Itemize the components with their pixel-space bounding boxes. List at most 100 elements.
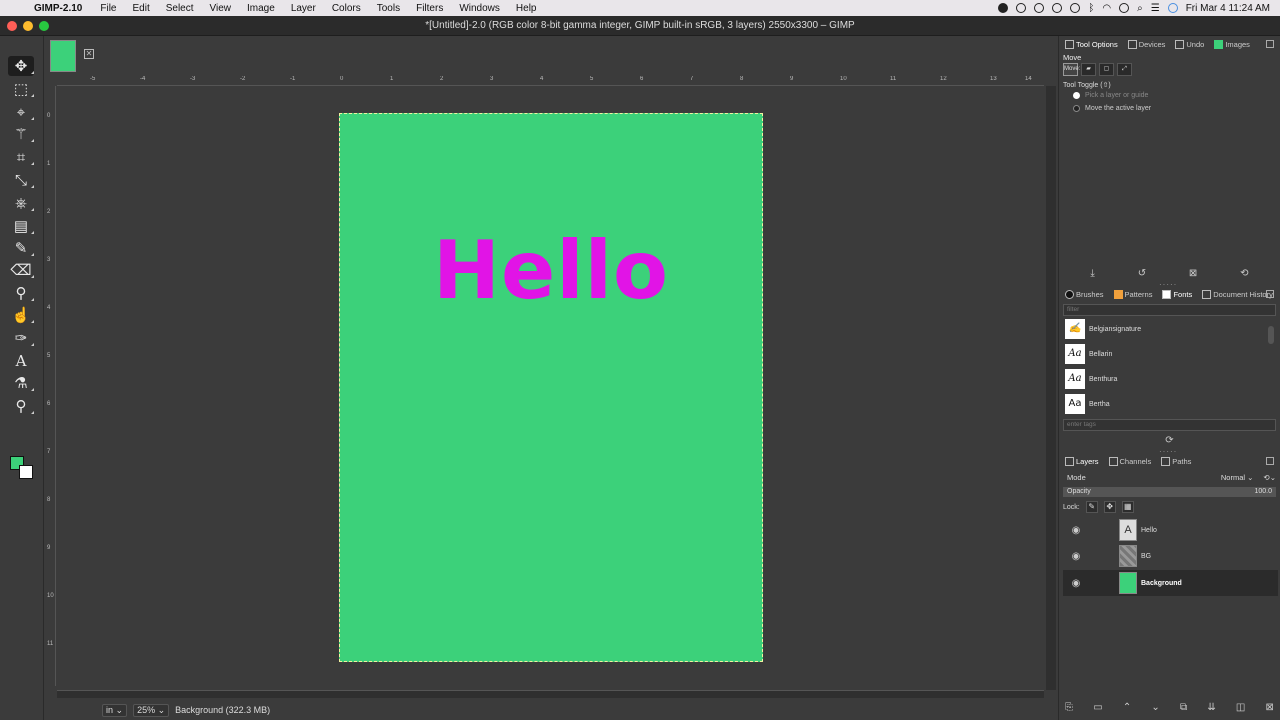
hello-text-layer[interactable]: Hello	[340, 224, 762, 317]
radio-move-active[interactable]: Move the active layer	[1073, 105, 1151, 112]
tab-patterns[interactable]: Patterns	[1112, 289, 1155, 300]
layer-row-selected[interactable]: ◉ Background	[1063, 570, 1278, 596]
tab-brushes[interactable]: Brushes	[1063, 289, 1106, 300]
horizontal-scrollbar[interactable]	[57, 690, 1044, 698]
gradient-icon[interactable]: ▤	[8, 216, 34, 236]
visibility-eye-icon[interactable]: ◉	[1067, 525, 1085, 536]
menu-layer[interactable]: Layer	[291, 3, 316, 14]
mode-reset-icon[interactable]: ⟲⌄	[1263, 473, 1276, 482]
unified-transform-icon[interactable]: ⤡	[8, 170, 34, 190]
smudge-icon[interactable]: ☝	[8, 305, 34, 325]
mode-select[interactable]: Normal ⌄	[1221, 473, 1254, 482]
layer-mask-icon[interactable]: ◫	[1236, 702, 1245, 716]
reset-options-icon[interactable]: ⟲	[1240, 268, 1248, 279]
fuzzy-select-icon[interactable]: ⚚	[8, 124, 34, 144]
font-item[interactable]: Aa Bertha	[1065, 394, 1110, 414]
menu-tools[interactable]: Tools	[377, 3, 400, 14]
creative-cloud-icon[interactable]	[1016, 3, 1027, 13]
paintbrush-icon[interactable]: ✎	[8, 238, 34, 258]
wifi-icon[interactable]: ◠	[1102, 3, 1111, 14]
menu-windows[interactable]: Windows	[459, 3, 500, 14]
zoom-icon[interactable]: ⚲	[8, 396, 34, 416]
lower-layer-icon[interactable]: ⌄	[1151, 702, 1159, 716]
menu-colors[interactable]: Colors	[332, 3, 361, 14]
eraser-icon[interactable]: ⌫	[8, 260, 34, 280]
bluetooth-icon[interactable]: ᛒ	[1088, 3, 1094, 14]
vertical-ruler[interactable]: 0 1 2 3 4 5 6 7 8 9 10 11	[46, 86, 56, 686]
text-icon[interactable]: A	[8, 351, 34, 371]
tab-document-history[interactable]: Document History	[1200, 289, 1275, 300]
font-item[interactable]: Aa Benthura	[1065, 369, 1117, 389]
move-tool-icon[interactable]: ✥	[8, 56, 34, 76]
menu-file[interactable]: File	[100, 3, 116, 14]
close-window-button[interactable]	[7, 21, 17, 31]
horizontal-ruler[interactable]: -5 -4 -3 -2 -1 0 1 2 3 4 5 6 7 8 9 10 11…	[57, 76, 1044, 86]
raise-layer-icon[interactable]: ⌃	[1123, 702, 1131, 716]
merge-layer-icon[interactable]: ⇊	[1207, 702, 1215, 716]
tab-tool-options[interactable]: Tool Options	[1063, 39, 1120, 50]
refresh-fonts-icon[interactable]: ⟳	[1165, 435, 1173, 446]
layer-row[interactable]: ◉ BG	[1063, 543, 1278, 569]
rect-select-icon[interactable]: ⬚	[8, 79, 34, 99]
tab-menu-icon[interactable]	[1266, 40, 1274, 48]
spotlight-icon[interactable]: ⌕	[1137, 3, 1143, 14]
lock-position-icon[interactable]: ✥	[1103, 501, 1116, 513]
opacity-slider[interactable]: Opacity 100.0	[1063, 487, 1276, 497]
move-path-icon[interactable]: ⤢	[1117, 63, 1132, 76]
crop-icon[interactable]: ⌗	[8, 147, 34, 167]
control-center-icon[interactable]: ☰	[1151, 3, 1160, 14]
move-selection-icon[interactable]: ▢	[1099, 63, 1114, 76]
menu-filters[interactable]: Filters	[416, 3, 443, 14]
clone-icon[interactable]: ⚲	[8, 283, 34, 303]
font-filter-input[interactable]: filter	[1063, 304, 1276, 316]
tab-fonts[interactable]: Fonts	[1160, 289, 1194, 300]
image-canvas[interactable]: Hello	[339, 113, 763, 662]
siri-icon[interactable]	[1167, 3, 1178, 13]
save-options-icon[interactable]: ⤓	[1090, 268, 1094, 279]
volume-icon[interactable]	[1070, 3, 1081, 13]
unit-select[interactable]: in ⌄	[102, 703, 128, 717]
new-layer-group-icon[interactable]: ▭	[1093, 702, 1102, 716]
tab-menu-icon[interactable]	[1266, 290, 1274, 298]
tab-channels[interactable]: Channels	[1107, 456, 1154, 467]
move-mode-label[interactable]: Move:	[1063, 63, 1080, 76]
canvas-area[interactable]: Hello	[57, 86, 1044, 686]
status-icon[interactable]	[1034, 3, 1045, 13]
minimize-window-button[interactable]	[23, 21, 33, 31]
font-list-scrollbar[interactable]	[1268, 326, 1274, 344]
lock-alpha-icon[interactable]: ▦	[1121, 501, 1134, 513]
warp-icon[interactable]: ⎈	[8, 193, 34, 213]
paths-icon[interactable]: ✑	[8, 328, 34, 348]
menu-view[interactable]: View	[210, 3, 232, 14]
restore-options-icon[interactable]: ↺	[1138, 268, 1146, 279]
tab-undo[interactable]: Undo	[1173, 39, 1206, 50]
zoom-select[interactable]: 25% ⌄	[133, 703, 170, 717]
layer-name[interactable]: Background	[1141, 580, 1182, 587]
vertical-scrollbar[interactable]	[1046, 86, 1056, 690]
layer-name[interactable]: Hello	[1141, 527, 1157, 534]
radio-pick-layer[interactable]: Pick a layer or guide	[1073, 92, 1148, 99]
tags-input[interactable]: enter tags	[1063, 419, 1276, 431]
layer-name[interactable]: BG	[1141, 553, 1151, 560]
play-icon[interactable]	[1052, 3, 1063, 13]
new-layer-icon[interactable]: ⎘	[1065, 702, 1073, 716]
duplicate-layer-icon[interactable]: ⧉	[1180, 702, 1187, 716]
user-icon[interactable]	[1119, 3, 1130, 13]
clock[interactable]: Fri Mar 4 11:24 AM	[1186, 3, 1270, 14]
layer-row[interactable]: ◉ A Hello	[1063, 517, 1278, 543]
delete-options-icon[interactable]: ⊠	[1189, 268, 1197, 279]
close-image-icon[interactable]: ✕	[84, 49, 94, 59]
tab-devices[interactable]: Devices	[1126, 39, 1168, 50]
tab-paths[interactable]: Paths	[1159, 456, 1193, 467]
zoom-window-button[interactable]	[39, 21, 49, 31]
record-icon[interactable]	[998, 3, 1009, 13]
menu-select[interactable]: Select	[166, 3, 194, 14]
image-thumbnail[interactable]	[50, 40, 76, 72]
menu-image[interactable]: Image	[247, 3, 275, 14]
visibility-eye-icon[interactable]: ◉	[1067, 551, 1085, 562]
tab-images[interactable]: Images	[1212, 39, 1252, 50]
menu-edit[interactable]: Edit	[132, 3, 149, 14]
lock-pixels-icon[interactable]: ✎	[1085, 501, 1098, 513]
menu-help[interactable]: Help	[516, 3, 537, 14]
font-item[interactable]: Aa Bellarin	[1065, 344, 1112, 364]
